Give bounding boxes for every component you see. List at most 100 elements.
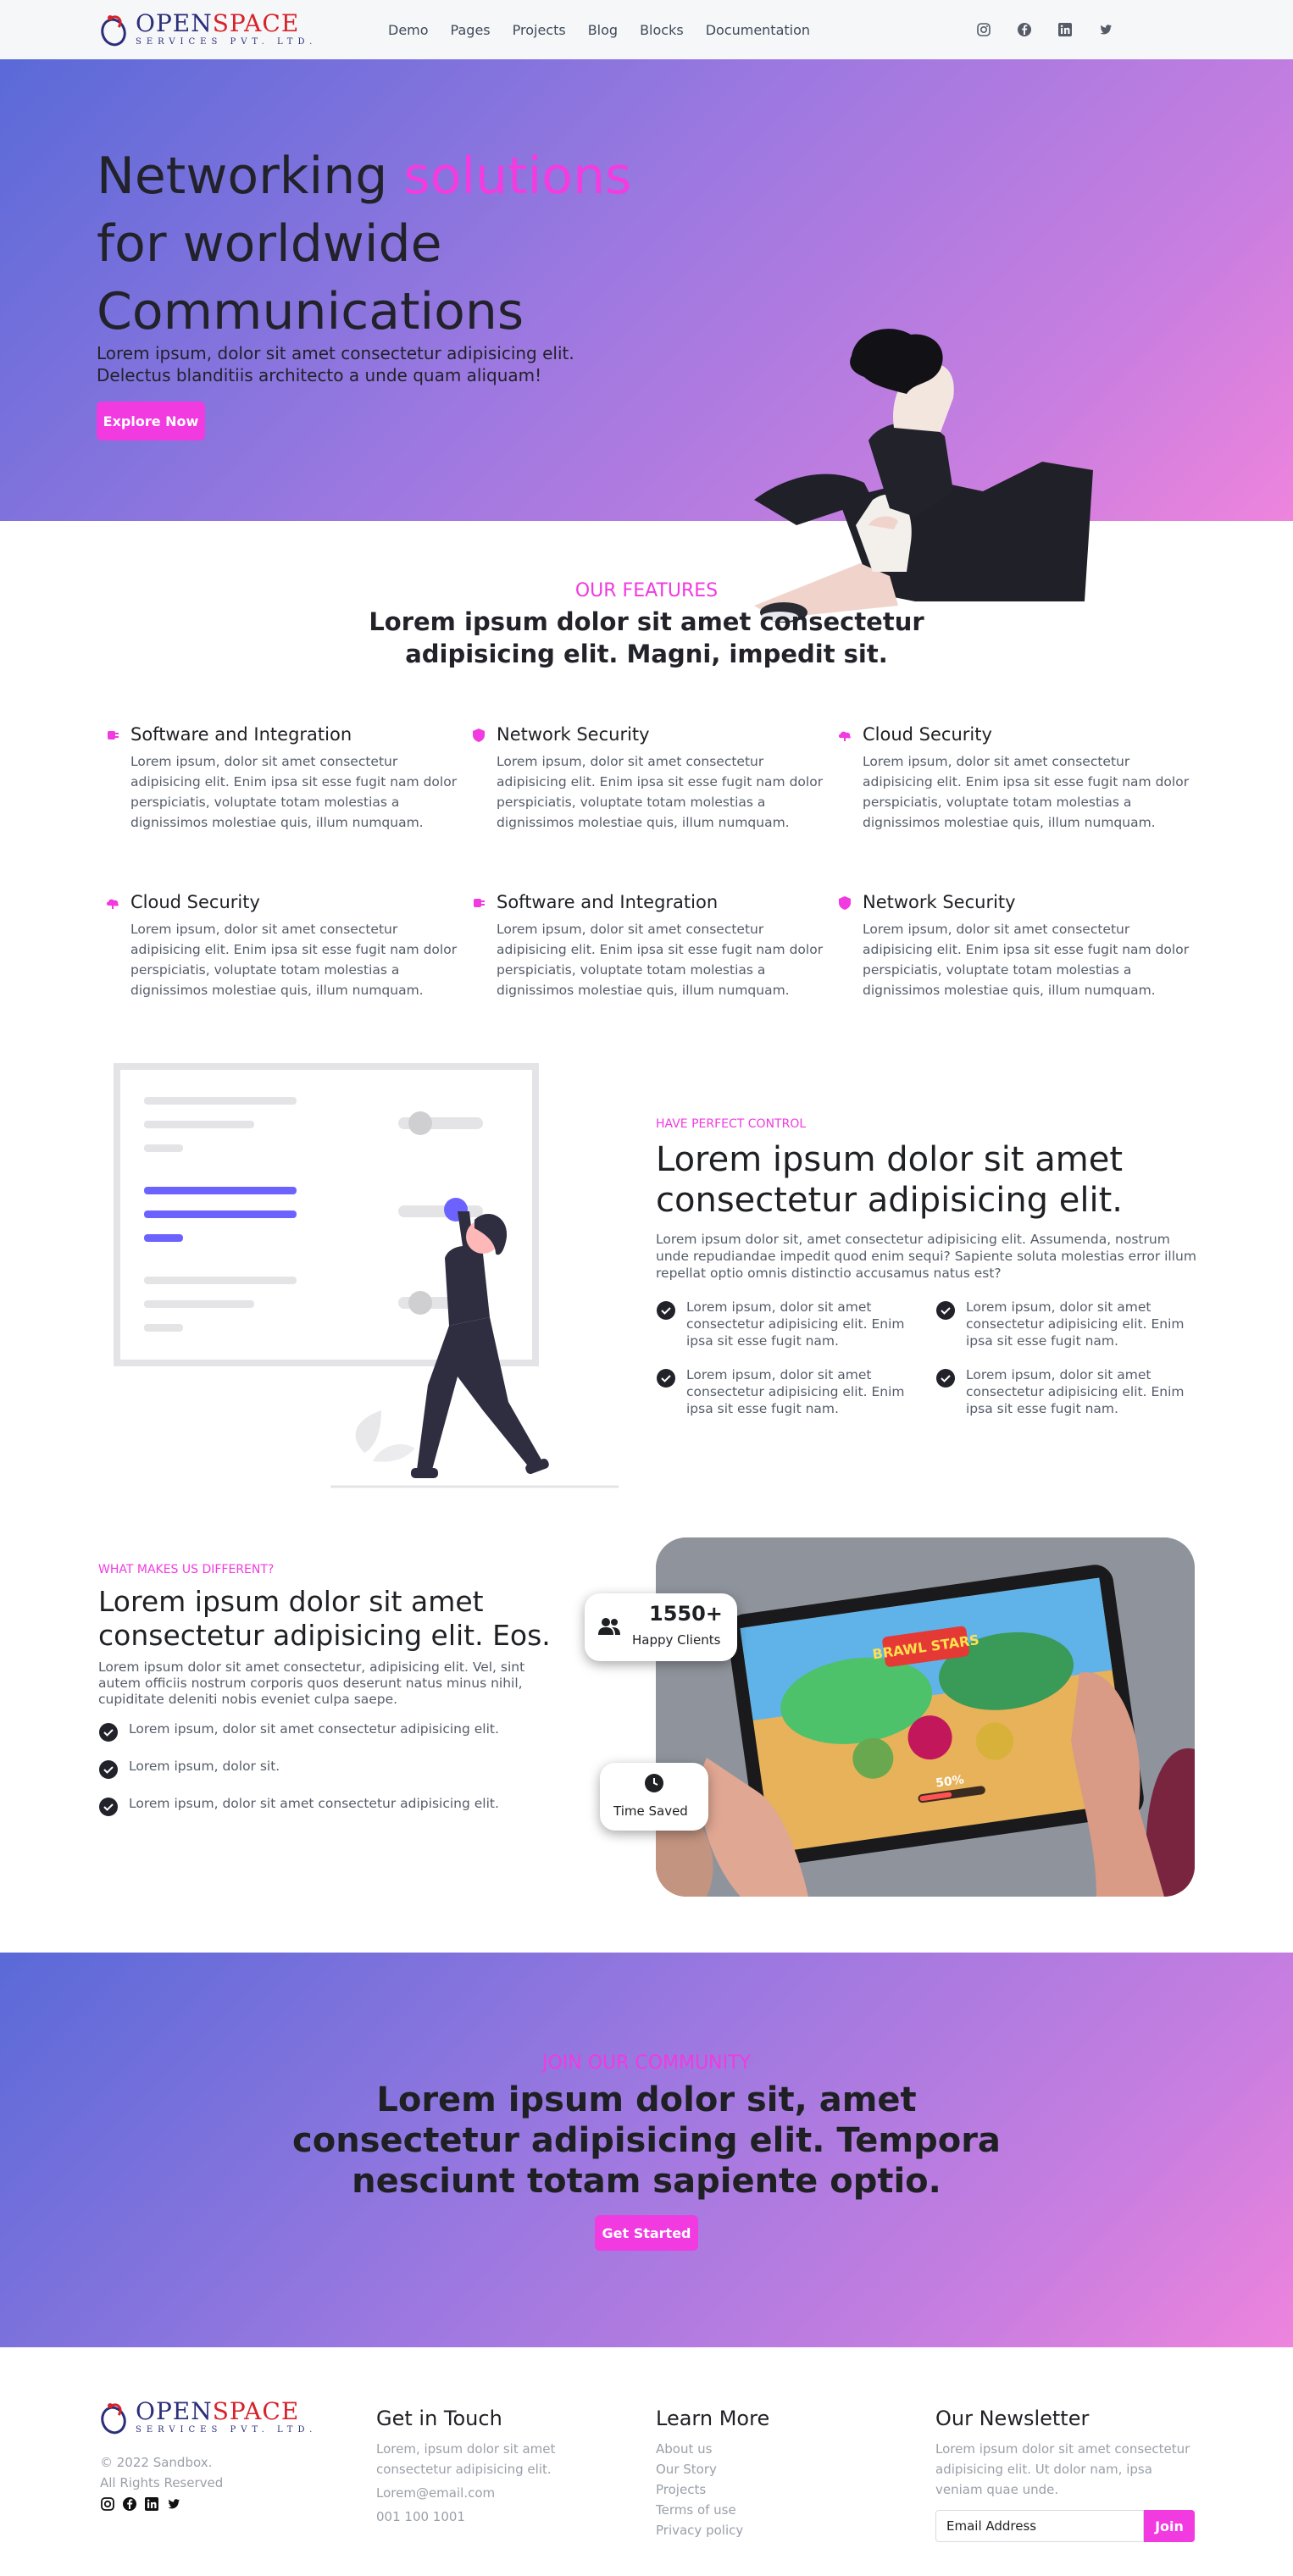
plug-icon xyxy=(108,731,119,740)
list-item-text: Lorem ipsum, dolor sit amet consectetur … xyxy=(129,1796,499,1811)
check-badge-icon xyxy=(657,1369,675,1388)
learn-column: Learn More About us Our Story Projects T… xyxy=(656,2407,825,2540)
contact-email-link[interactable]: Lorem@email.com xyxy=(376,2483,597,2503)
logo[interactable]: OPENSPACE SERVICES PVT. LTD. xyxy=(98,10,317,47)
newsletter-title: Our Newsletter xyxy=(935,2407,1090,2430)
users-icon xyxy=(598,1618,620,1635)
clock-icon xyxy=(645,1774,663,1792)
list-item-text: Lorem ipsum, dolor sit. xyxy=(129,1759,280,1774)
feature-text: Lorem ipsum, dolor sit amet consectetur … xyxy=(130,922,458,998)
check-badge-icon xyxy=(936,1301,955,1320)
feature-title: Cloud Security xyxy=(130,892,260,912)
happy-clients-count: 1550+ xyxy=(649,1602,723,1626)
instagram-icon[interactable] xyxy=(100,2496,115,2512)
logo-subtext: SERVICES PVT. LTD. xyxy=(136,36,318,47)
join-button[interactable]: Join xyxy=(1144,2510,1195,2542)
list-item-text: Lorem ipsum, dolor sit amet consectetur … xyxy=(966,1367,1185,1416)
different-body: Lorem ipsum dolor sit amet consectetur, … xyxy=(98,1659,525,1707)
hero-title-accent: solutions xyxy=(403,147,632,206)
plug-icon xyxy=(474,899,485,907)
feature-text: Lorem ipsum, dolor sit amet consectetur … xyxy=(130,754,458,830)
logo-text-space: SPACE xyxy=(212,8,300,37)
footer-link-story[interactable]: Our Story xyxy=(656,2459,825,2479)
footer-link-privacy[interactable]: Privacy policy xyxy=(656,2520,825,2540)
feature-card: Network Security Lorem ipsum, dolor sit … xyxy=(834,892,1200,1000)
copyright: © 2022 Sandbox. All Rights Reserved xyxy=(100,2452,223,2493)
community-title: Lorem ipsum dolor sit, amet consectetur … xyxy=(292,2080,1001,2201)
hero-section: Networking solutions for worldwide Commun… xyxy=(0,59,1293,623)
rights-text: All Rights Reserved xyxy=(100,2475,224,2490)
hero-title-end: for worldwide Communications xyxy=(97,214,524,341)
footer-social xyxy=(100,2496,181,2512)
logo-text-open: OPEN xyxy=(136,8,213,37)
happy-clients-label: Happy Clients xyxy=(632,1632,721,1648)
nav-link-blocks[interactable]: Blocks xyxy=(640,22,684,38)
logo-text-space: SPACE xyxy=(212,2396,300,2425)
list-item: Lorem ipsum, dolor sit amet consectetur … xyxy=(935,1366,1198,1417)
hero-title: Networking solutions for worldwide Commun… xyxy=(97,142,707,346)
contact-text: Lorem, ipsum dolor sit amet consectetur … xyxy=(376,2441,556,2477)
community-eyebrow: JOIN OUR COMMUNITY xyxy=(541,2052,751,2074)
control-body: Lorem ipsum dolor sit, amet consectetur … xyxy=(656,1232,1196,1281)
list-item: Lorem ipsum, dolor sit. xyxy=(98,1758,573,1779)
nav-social xyxy=(976,0,1113,59)
feature-text: Lorem ipsum, dolor sit amet consectetur … xyxy=(863,754,1190,830)
nav-link-projects[interactable]: Projects xyxy=(513,22,566,38)
nav-link-pages[interactable]: Pages xyxy=(451,22,491,38)
newsletter-email-input[interactable] xyxy=(935,2510,1144,2542)
footer-logo[interactable]: OPENSPACE SERVICES PVT. LTD. xyxy=(98,2398,317,2435)
check-badge-icon xyxy=(657,1301,675,1320)
twitter-icon[interactable] xyxy=(1098,22,1113,37)
nav-link-demo[interactable]: Demo xyxy=(388,22,429,38)
facebook-icon[interactable] xyxy=(122,2496,137,2512)
feature-card: Software and Integration Lorem ipsum, do… xyxy=(102,724,468,833)
facebook-icon[interactable] xyxy=(1017,22,1032,37)
footer-link-about[interactable]: About us xyxy=(656,2439,825,2459)
control-illustration xyxy=(114,1063,619,1488)
get-started-button[interactable]: Get Started xyxy=(595,2215,698,2251)
footer-link-projects[interactable]: Projects xyxy=(656,2479,825,2500)
logo-subtext: SERVICES PVT. LTD. xyxy=(136,2424,318,2435)
features-title: Lorem ipsum dolor sit amet consectetur a… xyxy=(369,607,924,668)
contact-column: Get in Touch Lorem, ipsum dolor sit amet… xyxy=(376,2407,597,2527)
check-badge-icon xyxy=(99,1760,118,1779)
different-eyebrow: WHAT MAKES US DIFFERENT? xyxy=(98,1563,275,1576)
list-item-text: Lorem ipsum, dolor sit amet consectetur … xyxy=(129,1721,499,1737)
cloud-icon xyxy=(106,899,119,909)
list-item: Lorem ipsum, dolor sit amet consectetur … xyxy=(935,1299,1198,1349)
twitter-icon[interactable] xyxy=(166,2496,181,2512)
hero-title-start: Networking xyxy=(97,147,404,206)
shield-icon xyxy=(473,728,485,742)
nav-link-blog[interactable]: Blog xyxy=(588,22,618,38)
nav-link-documentation[interactable]: Documentation xyxy=(706,22,810,38)
different-section: WHAT MAKES US DIFFERENT? Lorem ipsum dol… xyxy=(0,1529,1293,1953)
features-section: OUR FEATURES Lorem ipsum dolor sit amet … xyxy=(0,521,1293,1029)
list-item-text: Lorem ipsum, dolor sit amet consectetur … xyxy=(686,1299,905,1349)
feature-title: Network Security xyxy=(863,892,1016,912)
instagram-icon[interactable] xyxy=(976,22,991,37)
logo-mark-icon xyxy=(101,2403,126,2435)
feature-text: Lorem ipsum, dolor sit amet consectetur … xyxy=(497,922,824,998)
time-saved-label: Time Saved xyxy=(613,1803,688,1819)
footer: OPENSPACE SERVICES PVT. LTD. © 2022 Sand… xyxy=(0,2347,1293,2559)
newsletter-text: Lorem ipsum dolor sit amet consectetur a… xyxy=(935,2441,1190,2497)
linkedin-icon[interactable] xyxy=(1057,22,1073,37)
cloud-icon xyxy=(838,731,851,741)
check-badge-icon xyxy=(936,1369,955,1388)
footer-link-terms[interactable]: Terms of use xyxy=(656,2500,825,2520)
top-nav: OPENSPACE SERVICES PVT. LTD. Demo Pages … xyxy=(0,0,1293,59)
feature-title: Software and Integration xyxy=(497,892,719,912)
different-title: Lorem ipsum dolor sit amet consectetur a… xyxy=(98,1585,551,1652)
feature-card: Network Security Lorem ipsum, dolor sit … xyxy=(468,724,834,833)
list-item-text: Lorem ipsum, dolor sit amet consectetur … xyxy=(966,1299,1185,1349)
list-item: Lorem ipsum, dolor sit amet consectetur … xyxy=(98,1795,573,1816)
check-badge-icon xyxy=(99,1798,118,1816)
tablet-photo: BRAWL STARS 50% xyxy=(656,1537,1195,1897)
list-item: Lorem ipsum, dolor sit amet consectetur … xyxy=(656,1299,918,1349)
learn-title: Learn More xyxy=(656,2407,770,2430)
copyright-text: © 2022 Sandbox. xyxy=(100,2455,213,2470)
contact-phone-link[interactable]: 001 100 1001 xyxy=(376,2507,597,2527)
explore-now-button[interactable]: Explore Now xyxy=(97,402,205,440)
linkedin-icon[interactable] xyxy=(144,2496,159,2512)
feature-text: Lorem ipsum, dolor sit amet consectetur … xyxy=(497,754,824,830)
